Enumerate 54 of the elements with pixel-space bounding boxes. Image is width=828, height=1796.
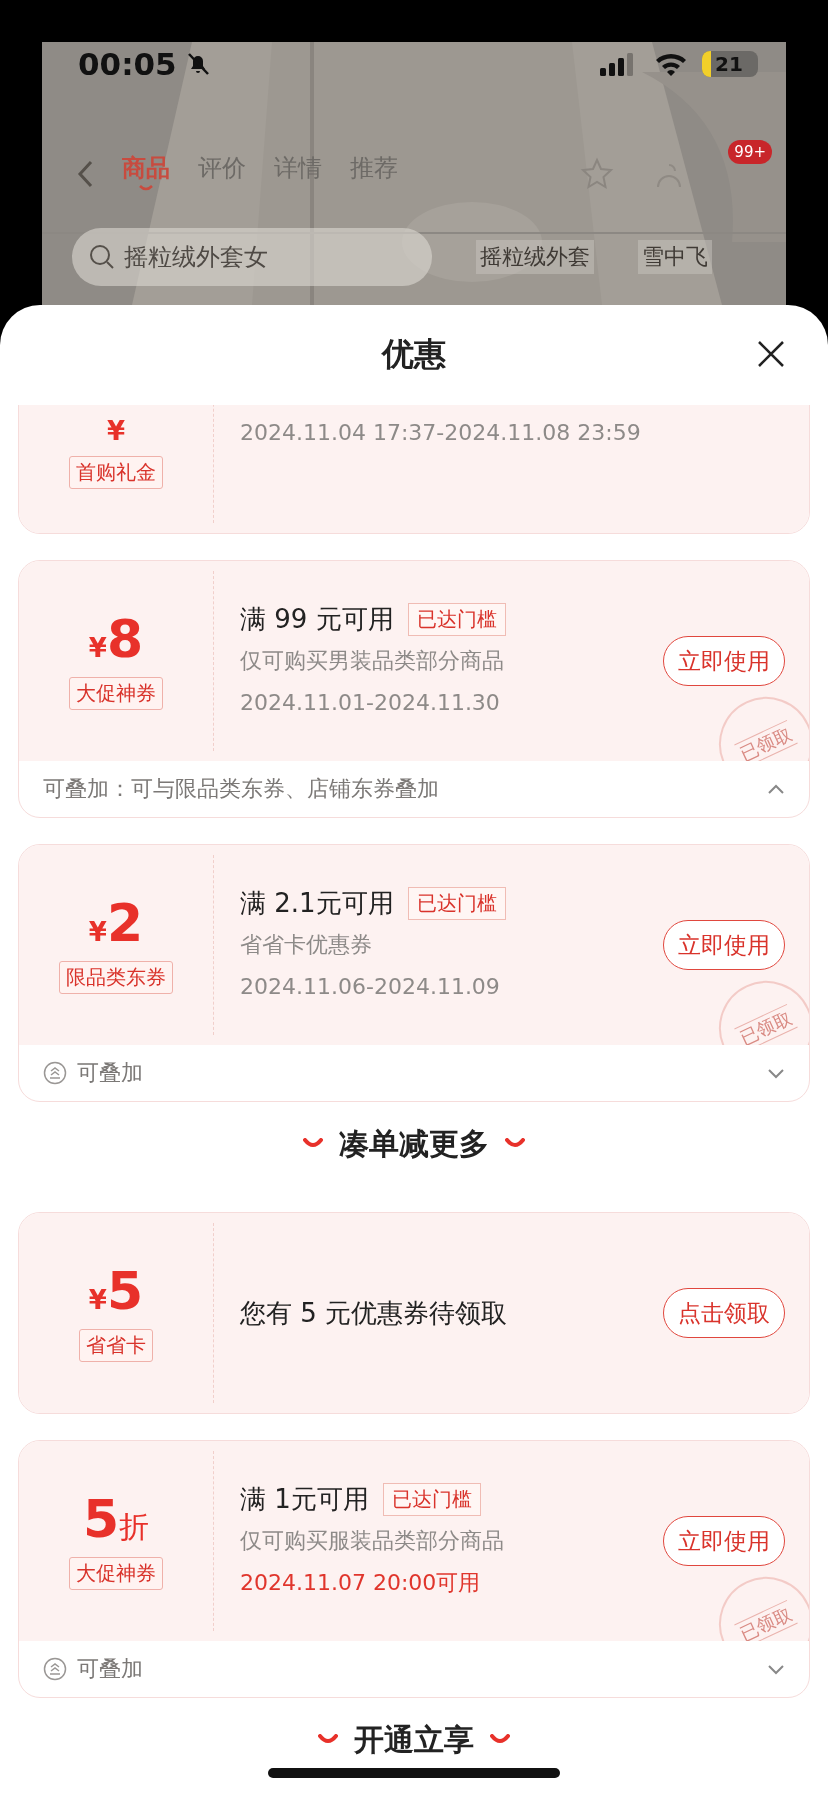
search-field[interactable]: 摇粒绒外套女 — [72, 228, 432, 286]
coupon-type-tag: 大促神券 — [69, 676, 163, 710]
search-suggestion[interactable]: 雪中飞 — [638, 240, 712, 274]
stacking-note: 可叠加 — [77, 1059, 143, 1087]
chevron-down-icon[interactable] — [767, 1067, 785, 1079]
use-coupon-button[interactable]: 立即使用 — [663, 636, 785, 686]
coupon-value: ¥5 — [88, 1264, 144, 1317]
search-icon — [88, 243, 116, 271]
coupon-value: 5折 — [82, 1492, 150, 1545]
threshold-tag: 已达门槛 — [407, 602, 506, 636]
coupon-type-tag: 首购礼金 — [69, 456, 163, 489]
coupon-value: ¥8 — [88, 612, 144, 665]
coupon-date: 2024.11.01-2024.11.30 — [240, 689, 501, 717]
coupon-description: 仅可购买服装品类部分商品 — [240, 1527, 505, 1555]
status-time: 00:05 — [78, 46, 177, 82]
coupon-value: ¥ — [106, 418, 126, 444]
coupon-type-tag: 限品类东券 — [59, 960, 173, 994]
coupon-value: ¥2 — [88, 896, 144, 949]
chevron-down-icon[interactable] — [767, 1663, 785, 1675]
section-title: 凑单减更多 — [339, 1124, 489, 1163]
sheet-title: 优惠 — [382, 334, 446, 375]
stacking-note: 可叠加 — [77, 1655, 143, 1683]
coupon-date: 2024.11.04 17:37-2024.11.08 23:59 — [240, 419, 642, 447]
tab-indicator-icon — [138, 184, 154, 192]
coupon-description: 省省卡优惠券 — [240, 931, 373, 959]
coupon-type-tag: 大促神券 — [69, 1556, 163, 1590]
search-suggestion[interactable]: 摇粒绒外套 — [476, 240, 594, 274]
curve-icon — [490, 1734, 510, 1746]
curve-icon — [318, 1734, 338, 1746]
coupon-date: 2024.11.06-2024.11.09 — [240, 973, 501, 1001]
threshold-tag: 已达门槛 — [382, 1482, 481, 1516]
curve-icon — [303, 1138, 323, 1150]
use-coupon-button[interactable]: 立即使用 — [663, 1516, 785, 1566]
coupon-title: 满 1元可用 — [240, 1482, 369, 1516]
threshold-tag: 已达门槛 — [407, 886, 506, 920]
use-coupon-button[interactable]: 立即使用 — [663, 920, 785, 970]
use-coupon-button[interactable]: 点击领取 — [663, 1288, 785, 1338]
signal-icon — [600, 52, 636, 76]
battery-icon: 21 — [702, 51, 758, 77]
curve-icon — [505, 1138, 525, 1150]
coupon-title: 您有 5 元优惠券待领取 — [240, 1296, 508, 1330]
stacking-note: 可叠加：可与限品类东券、店铺东券叠加 — [43, 775, 439, 803]
star-icon[interactable] — [580, 157, 615, 191]
back-icon[interactable] — [76, 159, 94, 189]
notification-badge: 99+ — [728, 140, 772, 164]
close-icon[interactable] — [756, 339, 786, 369]
coupon-type-tag: 省省卡 — [79, 1328, 153, 1362]
section-title: 开通立享 — [354, 1720, 474, 1759]
coupon-description: 仅可购买男装品类部分商品 — [240, 647, 505, 675]
coupon-title: 满 2.1元可用 — [240, 886, 394, 920]
wifi-icon — [654, 51, 688, 77]
chevron-up-icon[interactable] — [767, 783, 785, 795]
coupon-date: 2024.11.07 20:00可用 — [240, 1569, 482, 1597]
coupon-title: 满 99 元可用 — [240, 602, 394, 636]
